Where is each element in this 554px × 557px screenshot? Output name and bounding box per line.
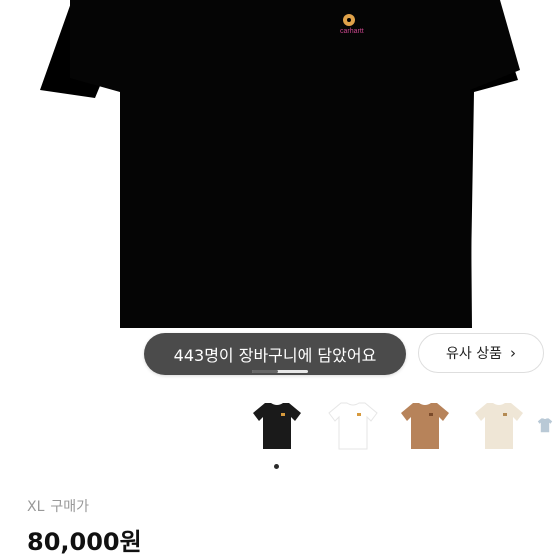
- size-purchase-line: XL 구매가: [27, 496, 89, 516]
- tshirt-thumbnail-icon: [537, 418, 553, 433]
- tshirt-thumbnail-icon: [475, 403, 523, 449]
- tshirt-thumbnail-icon: [328, 402, 378, 450]
- cart-count-toast: 443명이 장바구니에 담았어요: [144, 333, 406, 375]
- selected-variant-dot: [274, 464, 279, 469]
- scroll-thumb: [252, 370, 278, 373]
- variant-thumbnail-brown[interactable]: [390, 390, 460, 460]
- svg-text:carhartt: carhartt: [340, 28, 364, 35]
- tshirt-thumbnail-icon: [401, 403, 449, 449]
- variant-thumbnail-blue[interactable]: [536, 390, 554, 460]
- variant-thumbnail-black[interactable]: [242, 390, 312, 460]
- tshirt-image: carhartt: [0, 0, 554, 328]
- variant-thumbnail-white[interactable]: [318, 390, 388, 460]
- product-image[interactable]: carhartt: [0, 0, 554, 378]
- image-scroll-indicator: [252, 370, 308, 373]
- variant-thumbnail-cream[interactable]: [464, 390, 534, 460]
- chevron-right-icon: ›: [509, 344, 516, 362]
- price: 80,000원: [27, 528, 142, 556]
- toast-message: 443명이 장바구니에 담았어요: [173, 346, 377, 365]
- color-variant-list: [0, 390, 554, 460]
- similar-products-label: 유사 상품: [446, 346, 502, 362]
- thumb-shape: [253, 403, 301, 449]
- tshirt-thumbnail-icon: [253, 403, 301, 449]
- purchase-label: 구매가: [50, 499, 90, 515]
- similar-products-button[interactable]: 유사 상품 ›: [418, 333, 544, 373]
- size-label: XL: [27, 499, 45, 515]
